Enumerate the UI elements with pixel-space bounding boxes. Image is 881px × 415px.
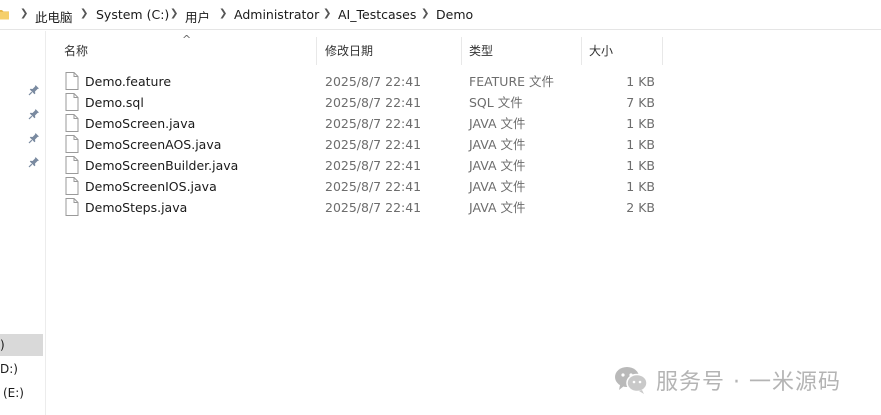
wechat-icon — [615, 367, 648, 394]
breadcrumb-system-c[interactable]: System (C:) — [96, 7, 169, 22]
file-name[interactable]: Demo.sql — [85, 94, 144, 111]
file-name[interactable]: Demo.feature — [85, 73, 171, 90]
watermark: 服务号 · 一米源码 — [614, 362, 841, 398]
column-header-size[interactable]: 大小 — [585, 40, 661, 64]
file-row[interactable]: DemoScreenIOS.java 2025/8/7 22:41 JAVA 文件 1… — [59, 176, 679, 197]
file-type: JAVA 文件 — [469, 137, 526, 152]
file-icon — [65, 177, 79, 195]
file-row[interactable]: Demo.sql 2025/8/7 22:41 SQL 文件 7 KB — [59, 92, 679, 113]
file-row[interactable]: DemoScreenBuilder.java 2025/8/7 22:41 JAVA… — [59, 155, 679, 176]
file-size: 1 KB — [626, 116, 655, 131]
file-size: 1 KB — [626, 74, 655, 89]
file-type: FEATURE 文件 — [469, 74, 555, 89]
file-icon — [65, 198, 79, 216]
file-size: 7 KB — [626, 95, 655, 110]
column-divider[interactable] — [581, 37, 582, 65]
breadcrumb-users[interactable]: 用户 — [185, 7, 210, 26]
file-size: 1 KB — [626, 137, 655, 152]
chevron-right-icon[interactable]: ❯ — [170, 8, 178, 19]
file-type: JAVA 文件 — [469, 179, 526, 194]
file-size: 1 KB — [626, 179, 655, 194]
file-type: JAVA 文件 — [469, 158, 526, 173]
column-header-date[interactable]: 修改日期 — [321, 40, 461, 64]
file-date: 2025/8/7 22:41 — [325, 95, 422, 110]
column-divider[interactable] — [316, 37, 317, 65]
column-header-name[interactable]: 名称 — [60, 40, 316, 64]
watermark-text: 服务号 · 一米源码 — [656, 370, 841, 395]
breadcrumb-ai-testcases[interactable]: AI_Testcases — [338, 7, 416, 22]
file-icon — [65, 72, 79, 90]
chevron-right-icon[interactable]: ❯ — [219, 8, 227, 19]
navigation-pane[interactable]: ) D:) (E:) — [0, 31, 46, 415]
column-divider[interactable] — [461, 37, 462, 65]
file-row[interactable]: DemoScreen.java 2025/8/7 22:41 JAVA 文件 1 KB — [59, 113, 679, 134]
pin-icon[interactable] — [28, 84, 40, 96]
file-type: JAVA 文件 — [469, 116, 526, 131]
file-date: 2025/8/7 22:41 — [325, 179, 422, 194]
file-name[interactable]: DemoScreenIOS.java — [85, 178, 217, 195]
chevron-right-icon[interactable]: ❯ — [80, 8, 88, 19]
file-size: 1 KB — [626, 158, 655, 173]
nav-drive-e[interactable]: (E:) — [0, 382, 43, 404]
file-name[interactable]: DemoScreenBuilder.java — [85, 157, 238, 174]
nav-drive-c[interactable]: ) — [0, 334, 43, 356]
file-name[interactable]: DemoSteps.java — [85, 199, 187, 216]
folder-icon — [0, 10, 9, 20]
chevron-right-icon[interactable]: ❯ — [20, 8, 28, 19]
file-type: JAVA 文件 — [469, 200, 526, 215]
file-icon — [65, 156, 79, 174]
breadcrumb-this-pc[interactable]: 此电脑 — [35, 7, 73, 26]
file-icon — [65, 114, 79, 132]
file-name[interactable]: DemoScreenAOS.java — [85, 136, 221, 153]
file-date: 2025/8/7 22:41 — [325, 158, 422, 173]
breadcrumb-demo[interactable]: Demo — [436, 7, 473, 22]
chevron-right-icon[interactable]: ❯ — [323, 8, 331, 19]
chevron-right-icon[interactable]: ❯ — [421, 8, 429, 19]
file-name[interactable]: DemoScreen.java — [85, 115, 195, 132]
column-divider[interactable] — [662, 37, 663, 65]
nav-drive-d[interactable]: D:) — [0, 358, 43, 380]
file-size: 2 KB — [626, 200, 655, 215]
address-bar[interactable]: ❯ 此电脑 ❯ System (C:) ❯ 用户 ❯ Administrator… — [0, 0, 881, 30]
file-date: 2025/8/7 22:41 — [325, 116, 422, 131]
file-icon — [65, 135, 79, 153]
file-row[interactable]: DemoScreenAOS.java 2025/8/7 22:41 JAVA 文件 1… — [59, 134, 679, 155]
file-icon — [65, 93, 79, 111]
column-header-type[interactable]: 类型 — [465, 40, 581, 64]
file-date: 2025/8/7 22:41 — [325, 137, 422, 152]
pin-icon[interactable] — [28, 156, 40, 168]
file-date: 2025/8/7 22:41 — [325, 200, 422, 215]
file-row[interactable]: DemoSteps.java 2025/8/7 22:41 JAVA 文件 2 KB — [59, 197, 679, 218]
file-date: 2025/8/7 22:41 — [325, 74, 422, 89]
file-type: SQL 文件 — [469, 95, 523, 110]
breadcrumb-administrator[interactable]: Administrator — [234, 7, 319, 22]
file-row[interactable]: Demo.feature 2025/8/7 22:41 FEATURE 文件 1 KB — [59, 71, 679, 92]
pin-icon[interactable] — [28, 108, 40, 120]
pin-icon[interactable] — [28, 132, 40, 144]
